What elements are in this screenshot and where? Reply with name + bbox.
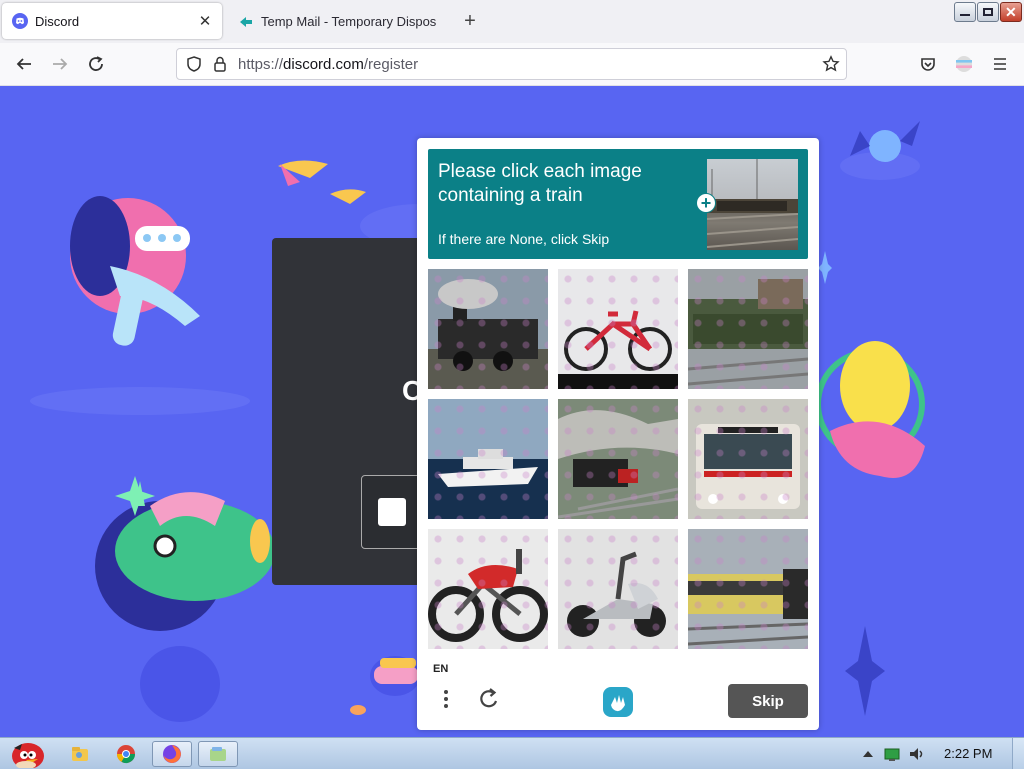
image-grid	[428, 269, 808, 649]
network-icon[interactable]	[884, 746, 900, 762]
image-tile[interactable]	[558, 529, 678, 649]
start-button[interactable]	[4, 741, 48, 768]
prompt-hint: If there are None, click Skip	[438, 231, 610, 247]
url-scheme: https://	[238, 56, 284, 73]
back-button[interactable]	[14, 54, 34, 74]
taskbar-explorer[interactable]	[60, 741, 100, 767]
nav-bar: https://discord.com/register	[0, 43, 1024, 86]
window-folder-icon	[210, 747, 226, 761]
boat-image	[428, 399, 548, 519]
shield-icon[interactable]	[185, 55, 203, 73]
chrome-icon	[117, 745, 135, 764]
steam-train-image	[558, 399, 678, 519]
restore-button[interactable]	[977, 2, 999, 22]
skip-button[interactable]: Skip	[728, 684, 808, 718]
tab-strip: Discord ✕ Temp Mail - Temporary Disposab…	[0, 0, 1024, 43]
window-controls: ✕	[954, 2, 1022, 22]
refresh-icon[interactable]	[478, 687, 500, 711]
taskbar: 2:22 PM	[0, 737, 1024, 769]
image-tile[interactable]	[688, 269, 808, 389]
menu-button[interactable]	[990, 54, 1010, 74]
url-host: discord.com	[283, 56, 364, 73]
tab-title: Discord	[35, 13, 80, 29]
tray-arrow-icon[interactable]	[862, 748, 874, 760]
taskbar-firefox[interactable]	[152, 741, 192, 767]
language-selector[interactable]: EN	[433, 663, 448, 675]
taskbar-folder-window[interactable]	[198, 741, 238, 767]
discord-register-page: C Please click each image containing a t…	[0, 86, 1024, 737]
forward-button[interactable]	[50, 54, 70, 74]
train-station-image	[688, 269, 808, 389]
scooter-image	[558, 529, 678, 649]
angry-bird-start-icon	[12, 743, 44, 768]
temp-mail-icon	[240, 17, 252, 27]
image-tile[interactable]	[428, 529, 548, 649]
hcaptcha-challenge: Please click each image containing a tra…	[417, 138, 819, 730]
hamburger-menu-icon	[994, 58, 1006, 70]
tab-title: Temp Mail - Temporary Disposable Email	[261, 13, 436, 29]
forward-arrow-icon	[53, 58, 68, 70]
hcaptcha-logo-icon	[603, 687, 633, 717]
lock-icon[interactable]	[211, 55, 229, 73]
challenge-prompt: Please click each image containing a tra…	[428, 149, 808, 259]
new-tab-button[interactable]: +	[460, 10, 480, 32]
image-tile[interactable]	[558, 269, 678, 389]
qr-login-box	[361, 475, 421, 549]
minimize-button[interactable]	[954, 2, 976, 22]
image-tile[interactable]	[688, 529, 808, 649]
train-example-graphic	[707, 159, 798, 248]
reload-icon	[89, 56, 103, 71]
tab-discord[interactable]: Discord ✕	[2, 3, 222, 39]
show-desktop-button[interactable]	[1012, 738, 1024, 769]
motorcycle-image	[428, 529, 548, 649]
image-tile[interactable]	[558, 399, 678, 519]
firefox-icon	[163, 745, 181, 763]
bicycle-image	[558, 269, 678, 389]
prompt-line-1: Please click each image	[438, 161, 642, 182]
register-card: C	[272, 238, 422, 585]
taskbar-chrome[interactable]	[106, 741, 146, 767]
folder-icon	[72, 747, 88, 761]
account-avatar-icon	[956, 56, 972, 72]
bus-image	[688, 399, 808, 519]
discord-icon	[12, 13, 28, 29]
image-tile[interactable]	[428, 269, 548, 389]
reload-button[interactable]	[86, 54, 106, 74]
pocket-icon	[921, 58, 935, 71]
bookmark-star-icon[interactable]	[822, 55, 840, 73]
url-text: https://discord.com/register	[238, 56, 418, 73]
close-window-button[interactable]: ✕	[1000, 2, 1022, 22]
close-tab-icon[interactable]: ✕	[196, 12, 214, 30]
back-arrow-icon	[16, 58, 31, 70]
add-example-icon[interactable]: +	[696, 193, 716, 213]
prompt-question: Please click each image containing a tra…	[438, 160, 688, 208]
train-image	[688, 529, 808, 649]
prompt-line-2: containing a train	[438, 185, 583, 206]
more-options-icon[interactable]	[435, 687, 457, 711]
image-tile[interactable]	[688, 399, 808, 519]
address-bar[interactable]: https://discord.com/register	[176, 48, 847, 80]
system-clock: 2:22 PM	[944, 746, 993, 761]
pocket-button[interactable]	[918, 54, 938, 74]
volume-icon[interactable]	[908, 746, 926, 762]
example-image-train[interactable]	[707, 159, 798, 250]
url-path: /register	[363, 56, 419, 73]
qr-code-fragment	[378, 498, 406, 526]
steam-train-image	[428, 269, 548, 389]
tab-temp-mail[interactable]: Temp Mail - Temporary Disposable Email	[230, 3, 436, 39]
account-button[interactable]	[954, 54, 974, 74]
image-tile[interactable]	[428, 399, 548, 519]
